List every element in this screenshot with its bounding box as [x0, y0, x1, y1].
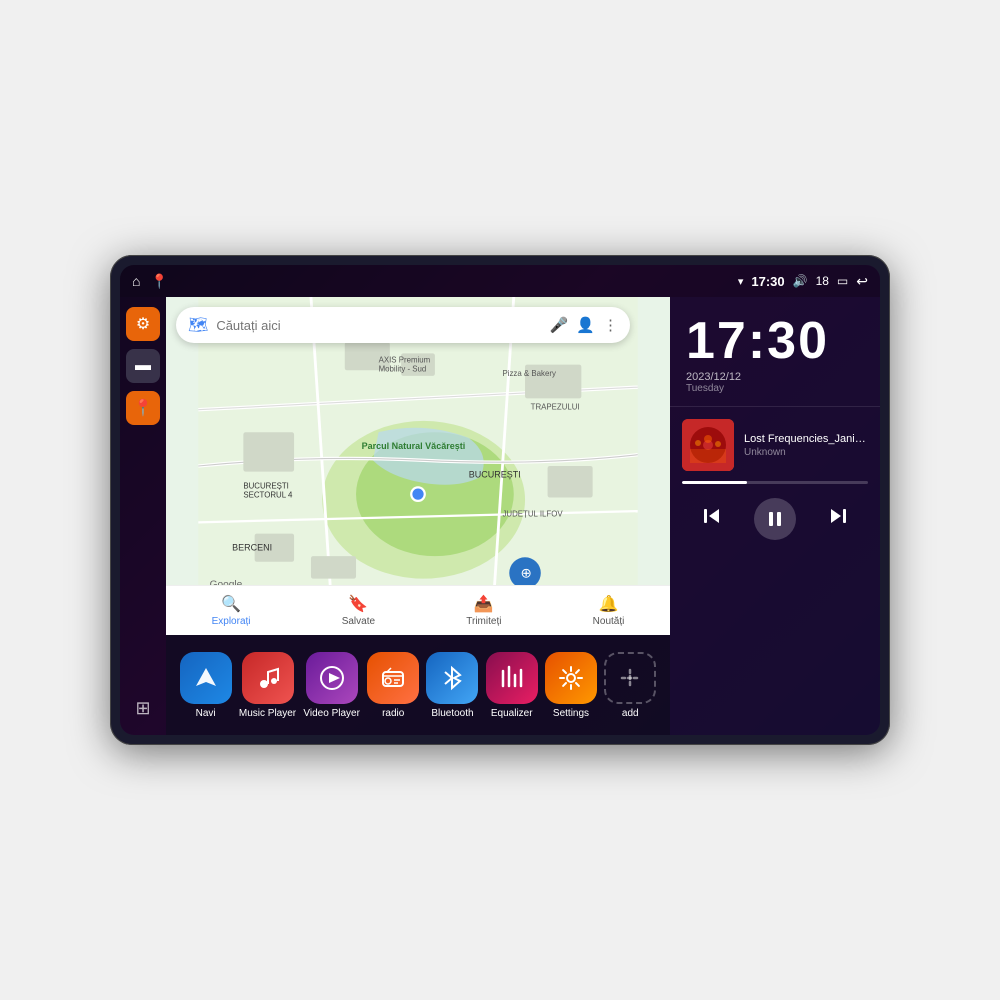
music-info: Lost Frequencies_Janie... Unknown	[682, 419, 868, 471]
app-add[interactable]: add	[604, 652, 656, 719]
album-art	[682, 419, 734, 471]
map-tab-share[interactable]: 📤 Trimiteți	[466, 594, 501, 627]
sidebar-settings-icon[interactable]: ⚙	[126, 307, 160, 341]
svg-text:Mobility - Sud: Mobility - Sud	[379, 364, 427, 373]
device-frame: ⌂ 📍 ▾ 17:30 🔊 18 ▭ ↩ ⚙ ▬ 📍 ⊞	[110, 255, 890, 745]
svg-text:Pizza & Bakery: Pizza & Bakery	[503, 369, 556, 378]
svg-text:BUCUREȘTI: BUCUREȘTI	[469, 469, 521, 479]
clock-date: 2023/12/12	[686, 371, 864, 383]
navi-label: Navi	[196, 708, 216, 719]
map-bottom-bar: 🔍 Explorați 🔖 Salvate 📤 Trimiteți	[166, 585, 670, 635]
settings-icon	[545, 652, 597, 704]
music-title: Lost Frequencies_Janie...	[744, 433, 868, 445]
status-right: ▾ 17:30 🔊 18 ▭ ↩	[738, 273, 868, 290]
app-music-player[interactable]: Music Player	[239, 652, 296, 719]
sidebar-grid-icon[interactable]: ⊞	[126, 691, 160, 725]
app-bluetooth[interactable]: Bluetooth	[426, 652, 478, 719]
status-time: 17:30	[751, 274, 784, 289]
sidebar-location-icon[interactable]: 📍	[126, 391, 160, 425]
svg-text:TRAPEZULUI: TRAPEZULUI	[531, 403, 580, 412]
map-container[interactable]: AXIS Premium Mobility - Sud Pizza & Bake…	[166, 297, 670, 635]
pause-button[interactable]	[754, 498, 796, 540]
clock-time: 17:30	[686, 315, 864, 367]
add-icon	[604, 652, 656, 704]
clock-section: 17:30 2023/12/12 Tuesday	[670, 297, 880, 407]
app-video-player[interactable]: Video Player	[303, 652, 360, 719]
right-panel: 17:30 2023/12/12 Tuesday	[670, 297, 880, 735]
sidebar: ⚙ ▬ 📍 ⊞	[120, 297, 166, 735]
svg-text:Parcul Natural Văcărești: Parcul Natural Văcărești	[362, 441, 466, 451]
prev-button[interactable]	[695, 499, 729, 539]
map-tab-explore[interactable]: 🔍 Explorați	[212, 594, 251, 627]
svg-text:⊕: ⊕	[521, 566, 532, 581]
map-tab-share-label: Trimiteți	[466, 616, 501, 627]
svg-text:BUCUREȘTI: BUCUREȘTI	[243, 482, 289, 491]
next-button[interactable]	[821, 499, 855, 539]
account-icon[interactable]: 👤	[576, 316, 595, 334]
music-artist: Unknown	[744, 447, 868, 458]
svg-text:BERCENI: BERCENI	[232, 543, 272, 553]
back-icon[interactable]: ↩	[856, 273, 868, 290]
music-player-label: Music Player	[239, 708, 296, 719]
svg-text:JUDEȚUL ILFOV: JUDEȚUL ILFOV	[503, 510, 564, 519]
main-content: ⚙ ▬ 📍 ⊞	[120, 297, 880, 735]
video-player-label: Video Player	[303, 708, 360, 719]
voice-search-icon[interactable]: 🎤	[550, 316, 569, 334]
app-navi[interactable]: Navi	[180, 652, 232, 719]
map-widget[interactable]: AXIS Premium Mobility - Sud Pizza & Bake…	[166, 297, 670, 635]
maps-icon[interactable]: 📍	[150, 273, 167, 290]
battery-icon: ▭	[837, 274, 848, 288]
equalizer-icon	[486, 652, 538, 704]
status-left: ⌂ 📍	[132, 273, 168, 290]
map-search-input[interactable]	[216, 318, 541, 333]
app-radio[interactable]: radio	[367, 652, 419, 719]
google-maps-logo: 🗺	[188, 315, 208, 335]
app-settings[interactable]: Settings	[545, 652, 597, 719]
map-tab-saved-label: Salvate	[342, 616, 375, 627]
radio-icon	[367, 652, 419, 704]
map-tab-news[interactable]: 🔔 Noutăți	[593, 594, 625, 627]
music-progress-bar[interactable]	[682, 481, 868, 484]
settings-label: Settings	[553, 708, 589, 719]
volume-icon: 🔊	[793, 274, 808, 288]
svg-text:AXIS Premium: AXIS Premium	[379, 355, 431, 364]
map-tab-explore-label: Explorați	[212, 616, 251, 627]
app-launcher: Navi Music Player	[166, 635, 670, 735]
video-player-icon	[306, 652, 358, 704]
map-search-icons: 🎤 👤 ⋮	[550, 316, 618, 334]
music-text: Lost Frequencies_Janie... Unknown	[744, 433, 868, 458]
radio-label: radio	[382, 708, 404, 719]
sidebar-files-icon[interactable]: ▬	[126, 349, 160, 383]
battery-level: 18	[816, 274, 829, 288]
bluetooth-icon	[426, 652, 478, 704]
bluetooth-label: Bluetooth	[431, 708, 473, 719]
status-bar: ⌂ 📍 ▾ 17:30 🔊 18 ▭ ↩	[120, 265, 880, 297]
clock-day: Tuesday	[686, 383, 864, 394]
device-screen: ⌂ 📍 ▾ 17:30 🔊 18 ▭ ↩ ⚙ ▬ 📍 ⊞	[120, 265, 880, 735]
app-equalizer[interactable]: Equalizer	[486, 652, 538, 719]
music-player-icon	[242, 652, 294, 704]
map-tab-news-label: Noutăți	[593, 616, 625, 627]
music-progress-fill	[682, 481, 747, 484]
home-icon[interactable]: ⌂	[132, 273, 140, 289]
add-label: add	[622, 708, 639, 719]
equalizer-label: Equalizer	[491, 708, 533, 719]
settings-dots-icon[interactable]: ⋮	[603, 316, 618, 334]
music-section: Lost Frequencies_Janie... Unknown	[670, 407, 880, 735]
navi-icon	[180, 652, 232, 704]
center-area: AXIS Premium Mobility - Sud Pizza & Bake…	[166, 297, 670, 735]
wifi-icon: ▾	[738, 275, 744, 288]
music-controls	[682, 494, 868, 544]
map-tab-saved[interactable]: 🔖 Salvate	[342, 594, 375, 627]
svg-text:SECTORUL 4: SECTORUL 4	[243, 491, 293, 500]
map-search-bar[interactable]: 🗺 🎤 👤 ⋮	[176, 307, 630, 343]
